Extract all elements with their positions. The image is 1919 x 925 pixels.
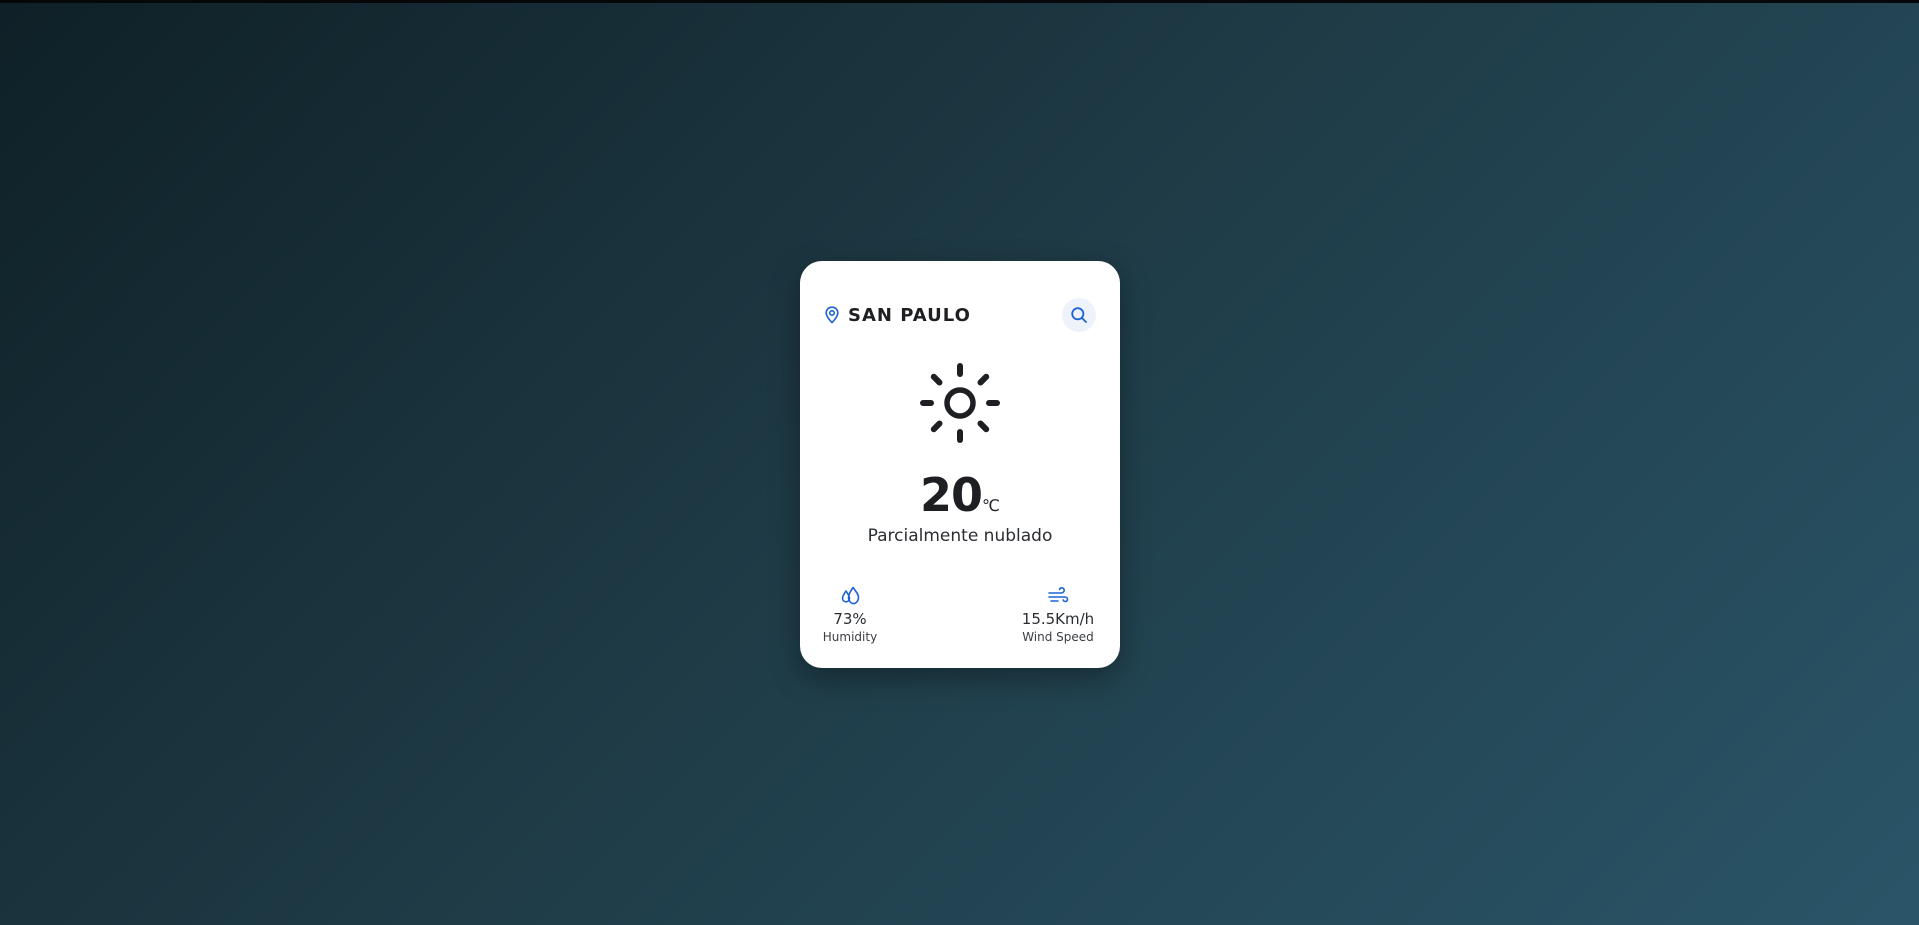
humidity-stat: 73% Humidity [805, 585, 895, 645]
temperature: 20℃ [800, 468, 1120, 522]
humidity-value: 73% [833, 610, 867, 628]
wind-stat: 15.5Km/h Wind Speed [1013, 585, 1103, 645]
search-icon [1071, 307, 1087, 323]
weather-condition: Parcialmente nublado [867, 526, 1053, 546]
weather-card: SAN PAULO 20℃ Parcialmente nublado 73% H… [800, 261, 1120, 668]
location: SAN PAULO [824, 305, 971, 326]
wind-speed-label: Wind Speed [1022, 630, 1094, 644]
wind-speed-value: 15.5Km/h [1021, 610, 1095, 628]
humidity-drops-icon [841, 586, 860, 605]
city-name: SAN PAULO [848, 304, 971, 326]
search-button[interactable] [1062, 298, 1096, 332]
humidity-label: Humidity [822, 630, 878, 644]
temperature-unit: ℃ [982, 496, 1000, 515]
top-edge-strip [0, 0, 1919, 3]
card-header: SAN PAULO [824, 297, 1096, 333]
sun-icon [920, 363, 1000, 443]
map-pin-icon [824, 306, 840, 324]
temperature-value: 20 [920, 468, 983, 522]
wind-icon [1048, 586, 1069, 603]
